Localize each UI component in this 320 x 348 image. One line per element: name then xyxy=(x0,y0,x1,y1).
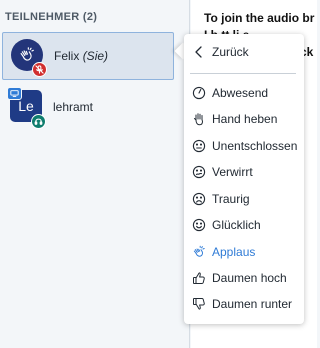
participant-row-felix[interactable]: Felix (Sie) xyxy=(2,32,174,80)
participant-name-felix: Felix (Sie) xyxy=(54,49,108,63)
status-thumbs-down[interactable]: Daumen runter xyxy=(184,293,304,315)
thumbs-down-icon xyxy=(192,297,206,311)
microphone-muted-icon xyxy=(32,62,47,77)
participants-panel: TEILNEHMER (2) Felix (Sie) Le lehramt xyxy=(0,0,190,348)
status-menu: Zurück Abwesend Hand heben Unentschlosse… xyxy=(184,34,304,324)
back-label: Zurück xyxy=(212,45,249,59)
menu-item-label: Glücklich xyxy=(212,218,261,232)
status-confused[interactable]: Verwirrt xyxy=(184,161,304,183)
sad-face-icon xyxy=(192,192,206,206)
presenter-icon xyxy=(7,87,22,100)
menu-item-label: Traurig xyxy=(212,192,250,206)
participants-title: TEILNEHMER (2) xyxy=(5,11,98,23)
participant-name-text: Felix xyxy=(54,49,80,63)
status-away[interactable]: Abwesend xyxy=(184,82,304,104)
menu-item-label: Applaus xyxy=(212,245,256,259)
hand-icon xyxy=(192,112,206,126)
menu-item-label: Daumen hoch xyxy=(212,271,287,285)
clock-icon xyxy=(192,86,206,100)
participant-row-lehramt[interactable]: Le lehramt xyxy=(2,84,174,132)
menu-item-label: Abwesend xyxy=(212,86,269,100)
you-label: (Sie) xyxy=(82,49,109,63)
menu-item-label: Hand heben xyxy=(212,112,278,126)
menu-item-label: Unentschlossen xyxy=(212,139,298,153)
neutral-face-icon xyxy=(192,139,206,153)
menu-item-label: Daumen runter xyxy=(212,297,293,311)
menu-divider xyxy=(190,73,296,74)
chat-message-line: To join the audio br xyxy=(204,11,315,25)
thumbs-up-icon xyxy=(192,271,206,285)
status-sad[interactable]: Traurig xyxy=(184,188,304,210)
status-happy[interactable]: Glücklich xyxy=(184,214,304,236)
avatar-initials: Le xyxy=(18,98,34,114)
participant-name-lehramt: lehramt xyxy=(53,100,94,114)
status-thumbs-up[interactable]: Daumen hoch xyxy=(184,267,304,289)
menu-item-label: Verwirrt xyxy=(212,165,253,179)
confused-face-icon xyxy=(192,165,206,179)
happy-face-icon xyxy=(192,218,206,232)
back-menu-item[interactable]: Zurück xyxy=(184,41,304,63)
status-undecided[interactable]: Unentschlossen xyxy=(184,135,304,157)
status-raise-hand[interactable]: Hand heben xyxy=(184,108,304,130)
headphones-icon xyxy=(31,114,46,129)
applause-icon xyxy=(192,245,206,259)
status-applause[interactable]: Applaus xyxy=(184,241,304,263)
chevron-left-icon xyxy=(192,45,206,59)
